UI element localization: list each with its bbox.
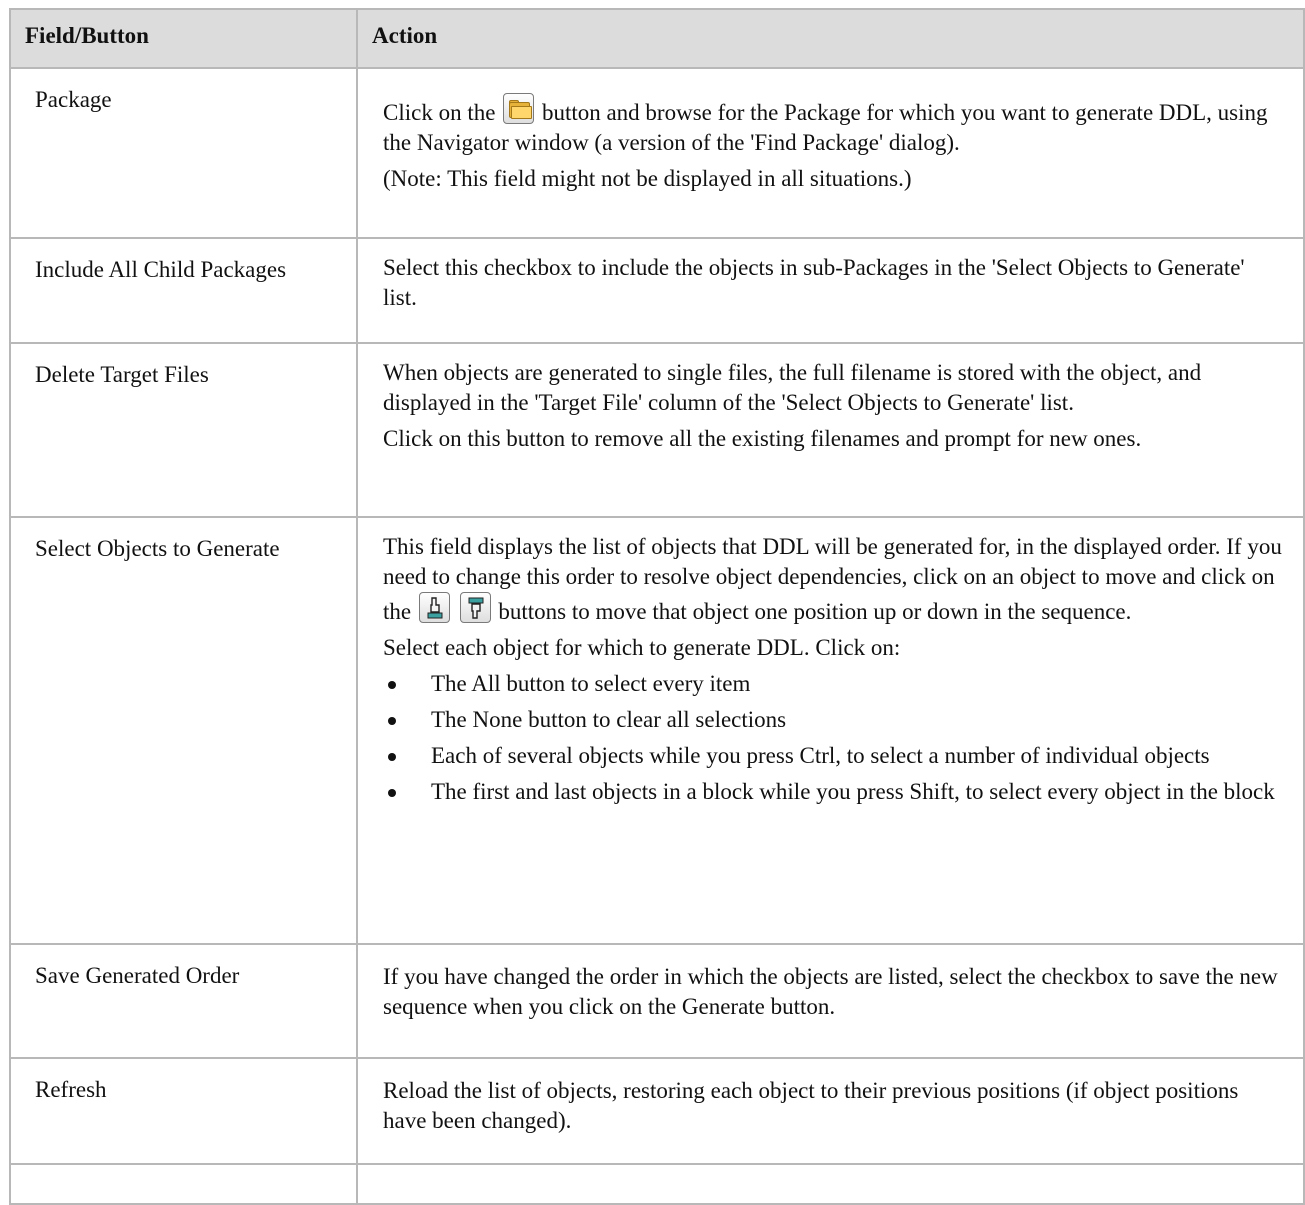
- action-description: Select this checkbox to include the obje…: [356, 238, 1305, 344]
- list-item-text: The first and last objects in a block wh…: [431, 779, 1275, 804]
- field-name: Save Generated Order: [9, 944, 358, 1059]
- table-row: Save Generated Order If you have changed…: [9, 944, 1305, 1059]
- action-text-pre: Click on the: [383, 100, 496, 125]
- list-item: The None button to clear all selections: [383, 705, 1283, 735]
- list-item-text: The All button to select every item: [431, 671, 751, 696]
- table-header-row: Field/Button Action: [9, 8, 1305, 69]
- action-description: Click on the button and browse for the P…: [356, 68, 1305, 239]
- action-text: Select this checkbox to include the obje…: [383, 255, 1245, 310]
- action-text-post: buttons to move that object one position…: [498, 599, 1132, 624]
- action-note: (Note: This field might not be displayed…: [383, 166, 912, 191]
- field-name: Include All Child Packages: [9, 238, 358, 344]
- list-item: The first and last objects in a block wh…: [383, 777, 1283, 807]
- list-item: Each of several objects while you press …: [383, 741, 1283, 771]
- select-intro: Select each object for which to generate…: [383, 635, 901, 660]
- folder-icon: [503, 93, 535, 124]
- table-row: Package Click on the button and browse f…: [9, 68, 1305, 239]
- table-row: Refresh Reload the list of objects, rest…: [9, 1058, 1305, 1165]
- table-row: Include All Child Packages Select this c…: [9, 238, 1305, 344]
- action-text: When objects are generated to single fil…: [383, 360, 1202, 415]
- action-description: This field displays the list of objects …: [356, 517, 1305, 945]
- list-item-text: The None button to clear all selections: [431, 707, 787, 732]
- action-description: Reload the list of objects, restoring ea…: [356, 1058, 1305, 1165]
- action-description: When objects are generated to single fil…: [356, 343, 1305, 518]
- bullet-list: The All button to select every item The …: [383, 669, 1283, 807]
- bullet-icon: [388, 789, 396, 797]
- field-name: [9, 1164, 358, 1205]
- list-item: The All button to select every item: [383, 669, 1283, 699]
- header-action: Action: [356, 8, 1305, 69]
- table-row: [9, 1164, 1305, 1205]
- field-name: Select Objects to Generate: [9, 517, 358, 945]
- action-text: Reload the list of objects, restoring ea…: [383, 1078, 1239, 1133]
- action-description: [356, 1164, 1305, 1205]
- field-name: Delete Target Files: [9, 343, 358, 518]
- field-name: Refresh: [9, 1058, 358, 1165]
- action-description: If you have changed the order in which t…: [356, 944, 1305, 1059]
- action-text: If you have changed the order in which t…: [383, 964, 1278, 1019]
- move-up-icon: [418, 592, 450, 623]
- list-item-text: Each of several objects while you press …: [431, 743, 1210, 768]
- field-button-table: Field/Button Action Package Click on the…: [9, 8, 1305, 1205]
- action-text: This field displays the list of objects …: [383, 532, 1283, 627]
- table-row: Select Objects to Generate This field di…: [9, 517, 1305, 945]
- table-row: Delete Target Files When objects are gen…: [9, 343, 1305, 518]
- bullet-icon: [388, 753, 396, 761]
- header-field-button: Field/Button: [9, 8, 358, 69]
- action-text-2: Click on this button to remove all the e…: [383, 426, 1142, 451]
- bullet-icon: [388, 717, 396, 725]
- action-text: Click on the button and browse for the P…: [383, 93, 1283, 158]
- field-name: Package: [9, 68, 358, 239]
- move-down-icon: [459, 592, 491, 623]
- bullet-icon: [388, 681, 396, 689]
